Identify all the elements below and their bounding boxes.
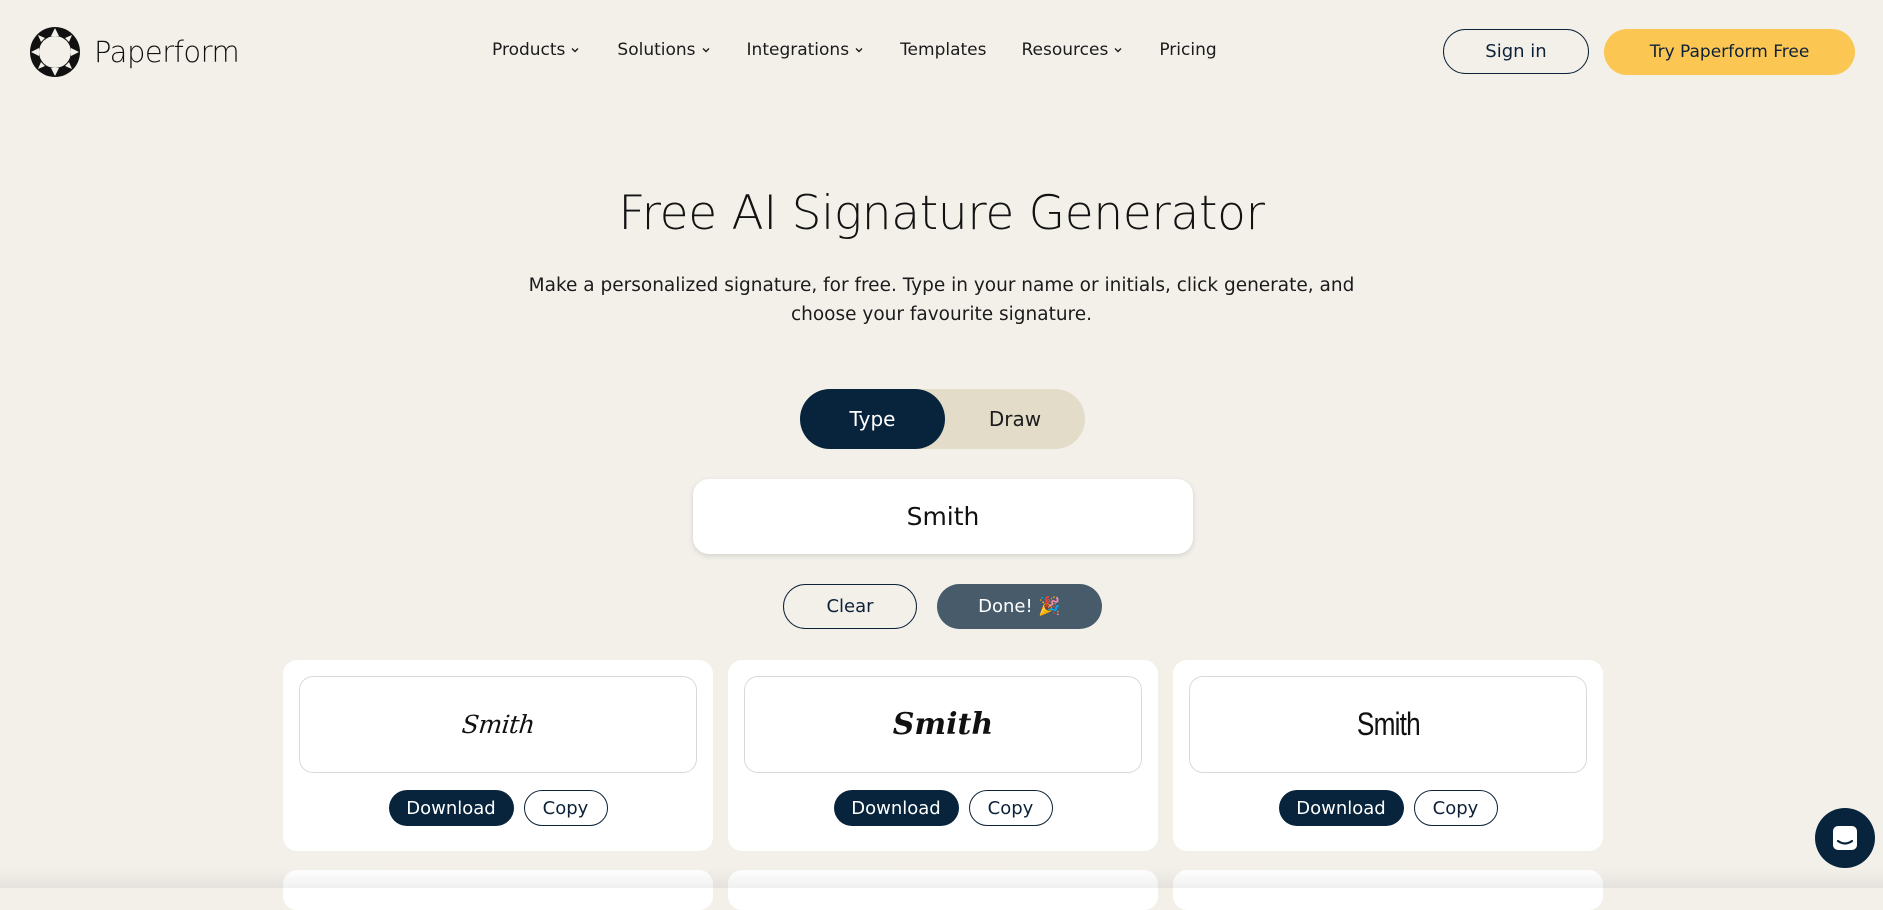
signature-text: Smith — [1356, 706, 1421, 742]
signature-card-actions: Download Copy — [728, 790, 1158, 826]
signature-preview[interactable]: Smith — [1189, 676, 1587, 773]
nav-item-label: Resources — [1021, 40, 1109, 60]
copy-button[interactable]: Copy — [1413, 790, 1498, 826]
chat-launcher-button[interactable] — [1815, 808, 1875, 868]
tab-type[interactable]: Type — [800, 389, 945, 449]
brand-logo[interactable]: Paperform — [29, 26, 240, 78]
sign-in-button[interactable]: Sign in — [1443, 29, 1589, 74]
copy-button[interactable]: Copy — [523, 790, 608, 826]
nav-item-label: Templates — [900, 40, 987, 60]
tab-draw[interactable]: Draw — [945, 389, 1085, 449]
signature-preview[interactable]: Smith — [744, 676, 1142, 773]
signature-card-actions: Download Copy — [1173, 790, 1603, 826]
paperform-logo-icon — [30, 27, 80, 77]
brand-name: Paperform — [94, 35, 240, 69]
clear-button[interactable]: Clear — [783, 584, 917, 629]
signature-name-input[interactable] — [693, 479, 1193, 554]
nav-item-resources[interactable]: Resources — [1022, 40, 1124, 60]
signature-text: Smith — [892, 707, 994, 742]
chevron-down-icon — [855, 48, 863, 53]
download-button[interactable]: Download — [1278, 790, 1404, 826]
signature-card-actions: Download Copy — [283, 790, 713, 826]
signature-card: Smith Download Copy — [728, 660, 1158, 851]
nav-item-integrations[interactable]: Integrations — [747, 40, 865, 60]
signature-card: Smith Download Copy — [283, 660, 713, 851]
try-free-button[interactable]: Try Paperform Free — [1604, 29, 1855, 75]
main-menu: Products Solutions Integrations Template… — [492, 40, 1217, 60]
page-subtitle: Make a personalized signature, for free.… — [528, 275, 1355, 325]
download-button[interactable]: Download — [388, 790, 514, 826]
nav-item-label: Solutions — [617, 40, 696, 60]
signature-text: Smith — [460, 710, 536, 739]
nav-item-templates[interactable]: Templates — [900, 40, 986, 60]
chat-icon — [1833, 826, 1857, 850]
top-nav: Paperform Products Solutions Integration… — [0, 0, 1883, 104]
nav-item-solutions[interactable]: Solutions — [617, 40, 710, 60]
mode-toggle: Type Draw — [800, 389, 1085, 449]
signature-preview[interactable]: Smith — [299, 676, 697, 773]
download-button[interactable]: Download — [833, 790, 959, 826]
chevron-down-icon — [702, 48, 710, 53]
done-button[interactable]: Done! 🎉 — [937, 584, 1102, 629]
signature-card: Smith Download Copy — [1173, 660, 1603, 851]
chevron-down-icon — [1114, 48, 1122, 53]
nav-item-pricing[interactable]: Pricing — [1159, 40, 1216, 60]
nav-item-products[interactable]: Products — [492, 40, 580, 60]
copy-button[interactable]: Copy — [968, 790, 1053, 826]
nav-item-label: Products — [492, 40, 566, 60]
page-title: Free AI Signature Generator — [618, 186, 1265, 241]
scroll-shadow — [0, 868, 1883, 888]
nav-item-label: Pricing — [1159, 40, 1217, 60]
chevron-down-icon — [571, 48, 579, 53]
nav-item-label: Integrations — [746, 40, 850, 60]
